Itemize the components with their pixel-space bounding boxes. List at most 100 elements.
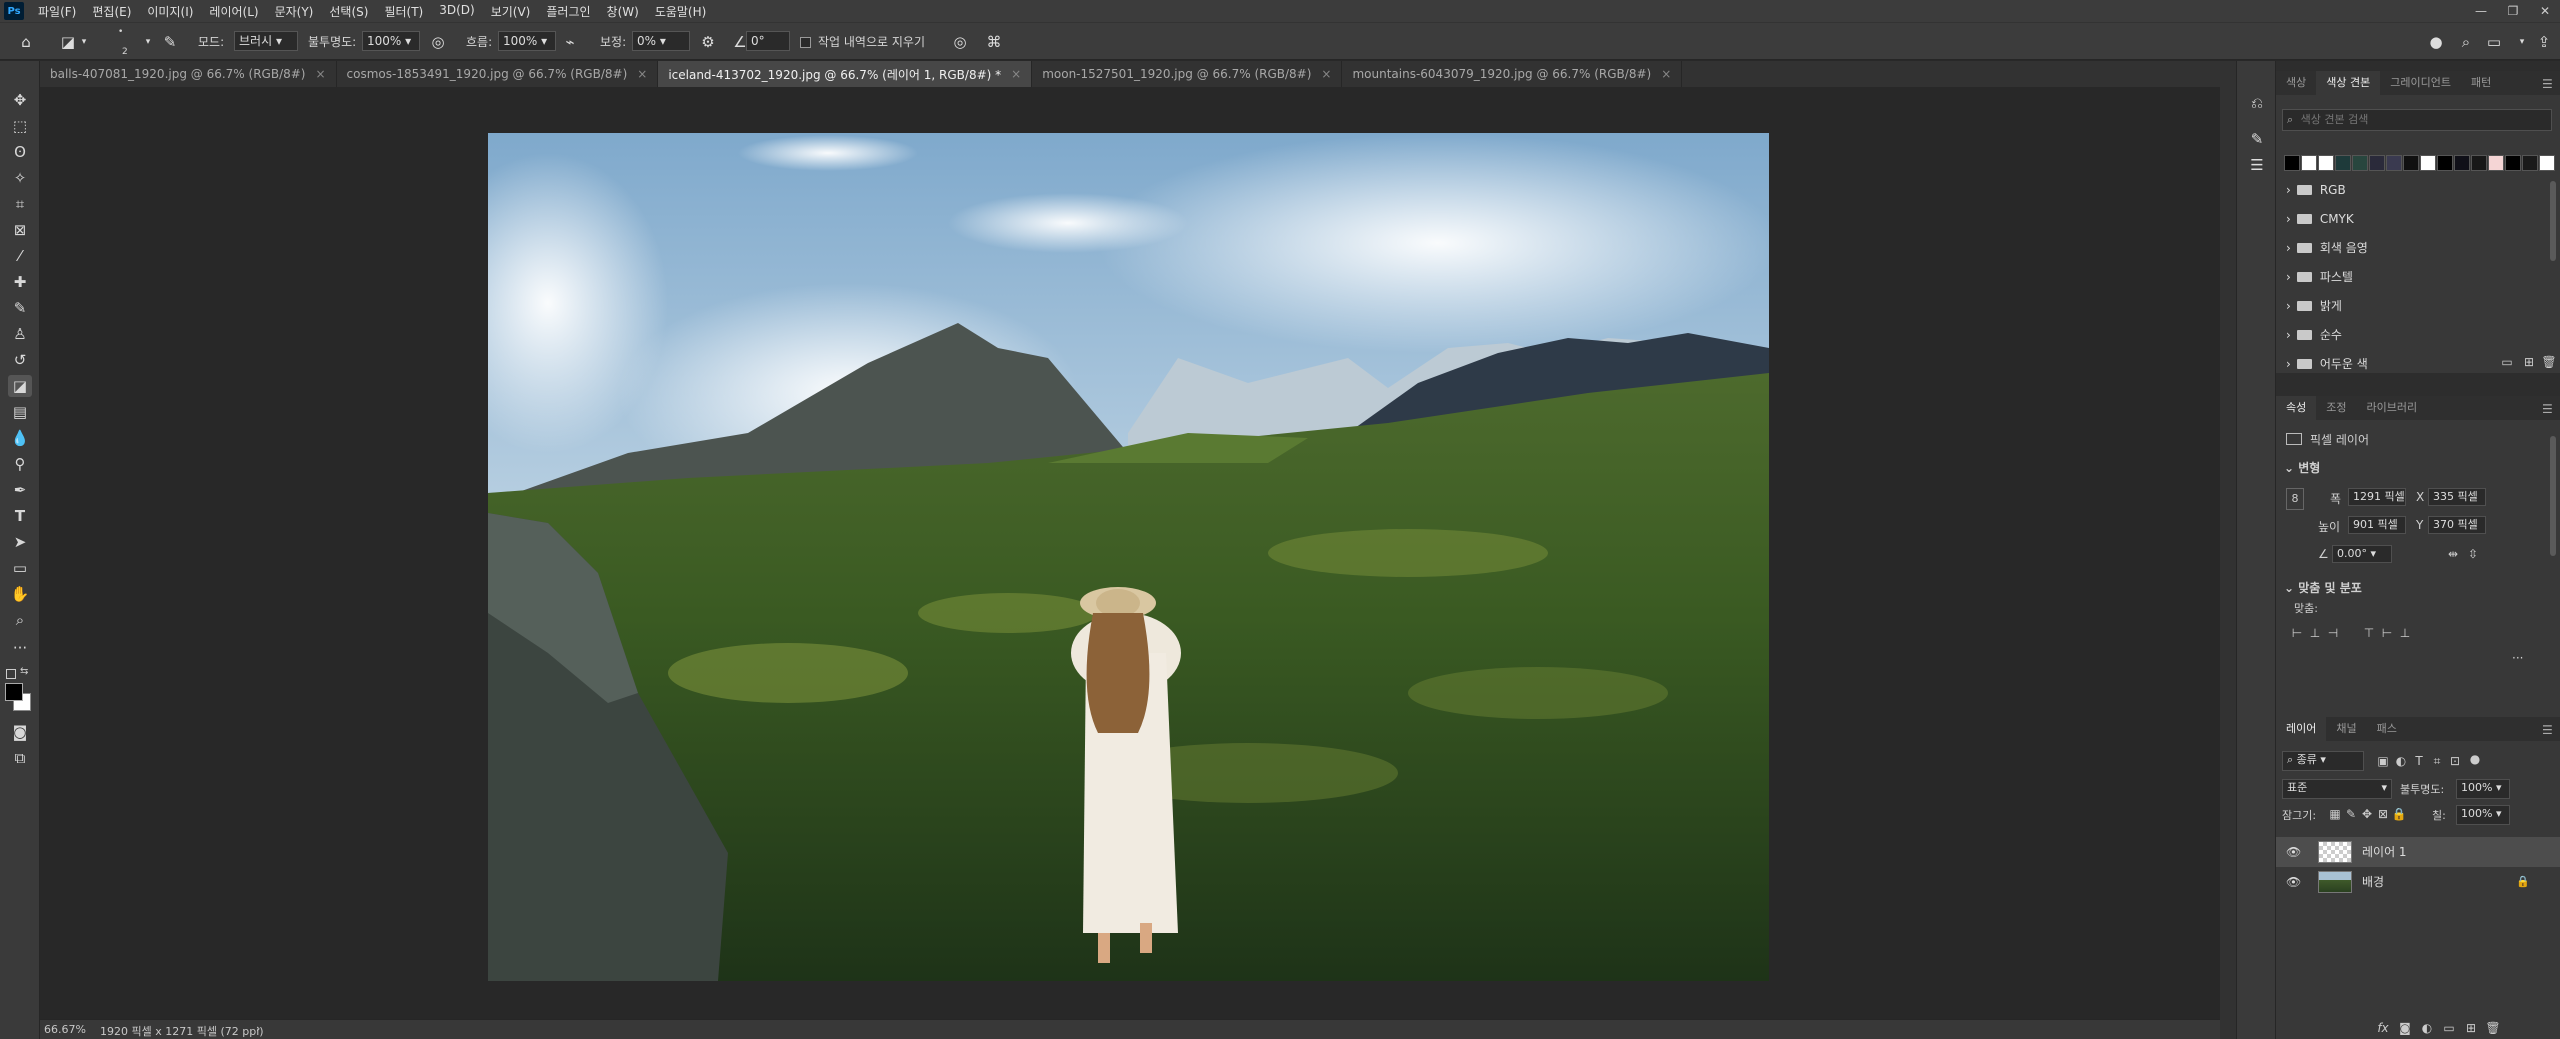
panel-tab[interactable]: 조정 [2316,396,2356,420]
y-field[interactable]: 370 픽셀 [2428,516,2486,534]
new-group-icon[interactable]: ▭ [2440,1019,2458,1037]
filter-type-icon[interactable]: T [2410,752,2428,770]
tab-close-icon[interactable]: × [637,67,647,81]
flip-horizontal-icon[interactable]: ⇹ [2444,545,2462,563]
new-adjustment-icon[interactable]: ◐ [2418,1019,2436,1037]
layer-row[interactable]: 👁 배경 🔒 [2276,867,2560,897]
menu-item[interactable]: 플러그인 [538,3,598,20]
learn-icon[interactable]: ● [2426,32,2446,52]
foreground-color-swatch[interactable] [5,683,23,701]
panel-menu-icon[interactable]: ☰ [2542,402,2553,416]
color-swatch[interactable] [2352,155,2368,171]
color-swatch[interactable] [2301,155,2317,171]
fx-icon[interactable]: fx [2374,1019,2392,1037]
lasso-tool-icon[interactable]: ʘ [8,141,32,163]
status-menu-arrow[interactable]: › [256,1022,260,1035]
blend-mode-select[interactable]: 표준 ▾ [2282,779,2392,799]
align-center-icon[interactable]: ⊥ [2306,624,2324,642]
color-swatch[interactable] [2386,155,2402,171]
zoom-level[interactable]: 66.67% [44,1023,86,1036]
share-icon[interactable]: ⇪ [2534,32,2554,52]
scrollbar[interactable] [2550,436,2556,556]
panel-tab[interactable]: 속성 [2276,396,2317,420]
color-swatch[interactable] [2318,155,2334,171]
panel-tab[interactable]: 라이브러리 [2357,396,2428,420]
color-swatch[interactable] [2335,155,2351,171]
swatch-group[interactable]: › CMYK [2286,208,2546,230]
menu-item[interactable]: 도움말(H) [647,3,715,20]
color-swatch[interactable] [2369,155,2385,171]
tab-close-icon[interactable]: × [1011,67,1021,81]
brush-tool-icon[interactable]: ✎ [8,297,32,319]
fill-input[interactable]: 100% ▾ [2456,805,2510,825]
opacity-input[interactable]: 100% ▾ [362,31,420,51]
gear-icon[interactable]: ⚙ [698,32,718,52]
layer-opacity-input[interactable]: 100% ▾ [2456,779,2510,799]
workspace-icon[interactable]: ▭ [2484,32,2504,52]
screen-mode-icon[interactable]: ⧉ [8,747,32,769]
flip-vertical-icon[interactable]: ⇳ [2464,545,2482,563]
more-tools-icon[interactable]: ··· [8,637,32,659]
scrollbar[interactable] [2550,181,2556,261]
menu-item[interactable]: 편집(E) [84,3,139,20]
quick-mask-icon[interactable]: ◙ [8,721,32,743]
menu-item[interactable]: 문자(Y) [267,3,322,20]
x-field[interactable]: 335 픽셀 [2428,488,2486,506]
history-brush-tool-icon[interactable]: ↺ [8,349,32,371]
swap-colors-icon[interactable]: ⇆ [20,666,28,677]
color-swatch[interactable] [2284,155,2300,171]
pressure-size-icon[interactable]: ◎ [950,32,970,52]
transform-section-title[interactable]: ⌄ 변형 [2284,459,2320,476]
new-swatch-icon[interactable]: ⊞ [2520,353,2538,371]
brush-size[interactable]: 2 [122,47,128,57]
panel-menu-icon[interactable]: ☰ [2542,723,2553,737]
menu-item[interactable]: 선택(S) [321,3,376,20]
mode-select[interactable]: 브러시 ▾ [234,31,298,51]
panel-collapse-strip[interactable] [2220,61,2236,1039]
visibility-eye-icon[interactable]: 👁 [2286,837,2301,867]
menu-item[interactable]: 이미지(I) [139,3,201,20]
new-group-icon[interactable]: ▭ [2498,353,2516,371]
panel-tab[interactable]: 레이어 [2276,717,2327,741]
swatch-group[interactable]: › 순수 [2286,324,2546,346]
eraser-tool-icon[interactable]: ◪ [8,375,32,397]
layer-filter-select[interactable]: ⌕ 종류 ▾ [2282,751,2364,771]
flow-input[interactable]: 100% ▾ [498,31,556,51]
document-tab[interactable]: cosmos-1853491_1920.jpg @ 66.7% (RGB/8#)… [337,61,659,87]
align-bottom-icon[interactable]: ⊥ [2396,624,2414,642]
pressure-opacity-icon[interactable]: ◎ [428,32,448,52]
adjustments-panel-icon[interactable]: ☰ [2245,153,2269,177]
blur-tool-icon[interactable]: 💧 [8,427,32,449]
filter-pixel-icon[interactable]: ▣ [2374,752,2392,770]
menu-item[interactable]: 보기(V) [483,3,539,20]
hand-tool-icon[interactable]: ✋ [8,583,32,605]
frame-tool-icon[interactable]: ⊠ [8,219,32,241]
swatch-group[interactable]: › 회색 음영 [2286,237,2546,259]
move-tool-icon[interactable]: ✥ [8,89,32,111]
workspace-chevron-icon[interactable]: ▾ [2512,32,2532,52]
width-field[interactable]: 1291 픽셀 [2348,488,2406,506]
clone-stamp-tool-icon[interactable]: ♙ [8,323,32,345]
symmetry-icon[interactable]: ⌘ [984,32,1004,52]
panel-tab[interactable]: 채널 [2326,717,2366,741]
color-swatch[interactable] [2522,155,2538,171]
history-panel-icon[interactable]: ⎌ [2245,91,2269,115]
menu-item[interactable]: 파일(F) [30,3,84,20]
crop-tool-icon[interactable]: ⌗ [8,193,32,215]
align-section-title[interactable]: ⌄ 맞춤 및 분포 [2284,579,2362,596]
trash-icon[interactable]: 🗑 [2484,1019,2502,1037]
visibility-eye-icon[interactable]: 👁 [2286,867,2301,897]
document-tab[interactable]: moon-1527501_1920.jpg @ 66.7% (RGB/8#) × [1032,61,1343,87]
document-tab[interactable]: iceland-413702_1920.jpg @ 66.7% (레이어 1, … [658,61,1033,87]
color-swatch[interactable] [2454,155,2470,171]
swatch-group[interactable]: › 파스텔 [2286,266,2546,288]
brush-settings-panel-icon[interactable]: ✎ [2245,127,2269,151]
swatch-search-input[interactable]: ⌕ 색상 견본 검색 [2282,109,2552,131]
panel-tab[interactable]: 색상 견본 [2316,71,2381,95]
filter-shape-icon[interactable]: ⌗ [2428,752,2446,770]
panel-tab[interactable]: 그레이디언트 [2380,71,2461,95]
add-mask-icon[interactable]: ◙ [2396,1019,2414,1037]
restore-button[interactable]: ❐ [2498,0,2528,22]
filter-toggle-icon[interactable]: ● [2466,750,2484,768]
rectangle-tool-icon[interactable]: ▭ [8,557,32,579]
